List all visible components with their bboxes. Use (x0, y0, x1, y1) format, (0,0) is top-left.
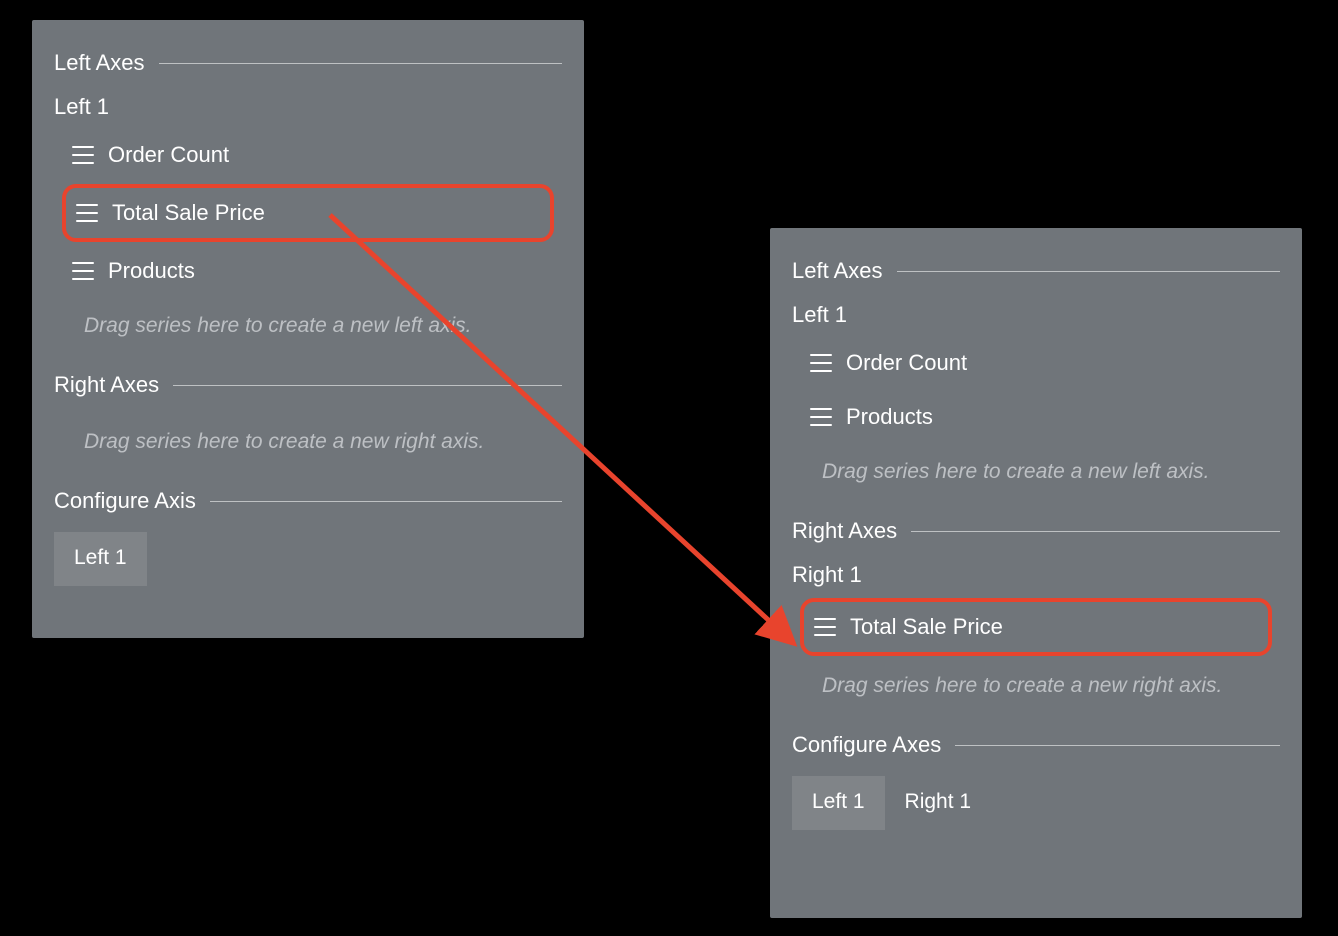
header-rule (210, 501, 562, 502)
series-item-total-sale-price[interactable]: Total Sale Price (800, 598, 1272, 656)
left-axes-title: Left Axes (792, 258, 883, 284)
right-drop-hint[interactable]: Drag series here to create a new right a… (792, 660, 1280, 724)
series-label: Total Sale Price (850, 614, 1003, 640)
right-axes-header: Right Axes (792, 518, 1280, 544)
series-label: Total Sale Price (112, 200, 265, 226)
configure-axes-header: Configure Axes (792, 732, 1280, 758)
left-drop-hint[interactable]: Drag series here to create a new left ax… (54, 300, 562, 364)
right-axis-name: Right 1 (792, 562, 1280, 588)
header-rule (159, 63, 562, 64)
axes-config-panel-after: Left Axes Left 1 Order Count Products Dr… (770, 228, 1302, 918)
series-label: Order Count (846, 350, 967, 376)
drag-handle-icon[interactable] (72, 262, 94, 280)
axis-tab-left-1[interactable]: Left 1 (792, 776, 885, 830)
configure-axes-tabs: Left 1 Right 1 (792, 776, 1280, 830)
series-item-products[interactable]: Products (62, 246, 554, 296)
right-axes-title: Right Axes (792, 518, 897, 544)
header-rule (897, 271, 1280, 272)
left-axes-header: Left Axes (54, 50, 562, 76)
series-label: Products (846, 404, 933, 430)
left-axes-header: Left Axes (792, 258, 1280, 284)
right-drop-hint[interactable]: Drag series here to create a new right a… (54, 416, 562, 480)
drag-handle-icon[interactable] (72, 146, 94, 164)
axis-tab-right-1[interactable]: Right 1 (885, 776, 992, 830)
series-label: Order Count (108, 142, 229, 168)
configure-axis-title: Configure Axis (54, 488, 196, 514)
left-drop-hint[interactable]: Drag series here to create a new left ax… (792, 446, 1280, 510)
configure-axis-header: Configure Axis (54, 488, 562, 514)
drag-handle-icon[interactable] (810, 354, 832, 372)
drag-handle-icon[interactable] (814, 618, 836, 636)
configure-axes-title: Configure Axes (792, 732, 941, 758)
right-axes-header: Right Axes (54, 372, 562, 398)
series-item-products[interactable]: Products (800, 392, 1272, 442)
series-item-total-sale-price[interactable]: Total Sale Price (62, 184, 554, 242)
header-rule (173, 385, 562, 386)
drag-handle-icon[interactable] (76, 204, 98, 222)
header-rule (911, 531, 1280, 532)
header-rule (955, 745, 1280, 746)
right-axes-title: Right Axes (54, 372, 159, 398)
left-axes-title: Left Axes (54, 50, 145, 76)
axes-config-panel-before: Left Axes Left 1 Order Count Total Sale … (32, 20, 584, 638)
series-item-order-count[interactable]: Order Count (62, 130, 554, 180)
left-axis-name: Left 1 (792, 302, 1280, 328)
series-item-order-count[interactable]: Order Count (800, 338, 1272, 388)
drag-handle-icon[interactable] (810, 408, 832, 426)
series-label: Products (108, 258, 195, 284)
configure-axis-tabs: Left 1 (54, 532, 562, 586)
left-axis-name: Left 1 (54, 94, 562, 120)
axis-tab-left-1[interactable]: Left 1 (54, 532, 147, 586)
